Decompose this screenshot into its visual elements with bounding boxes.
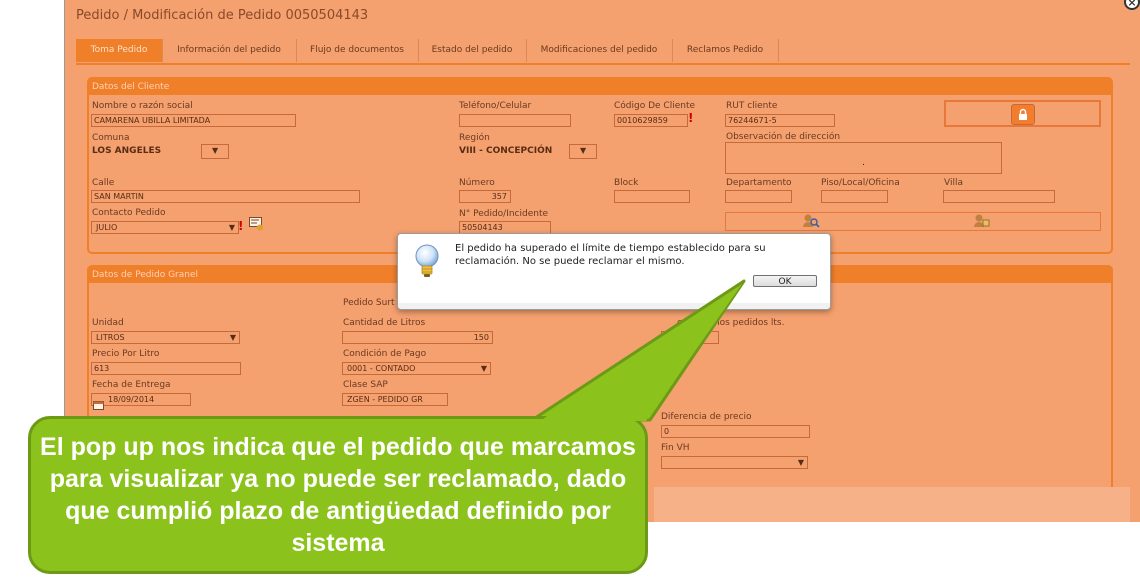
callout-pointer-joint xyxy=(540,284,742,421)
